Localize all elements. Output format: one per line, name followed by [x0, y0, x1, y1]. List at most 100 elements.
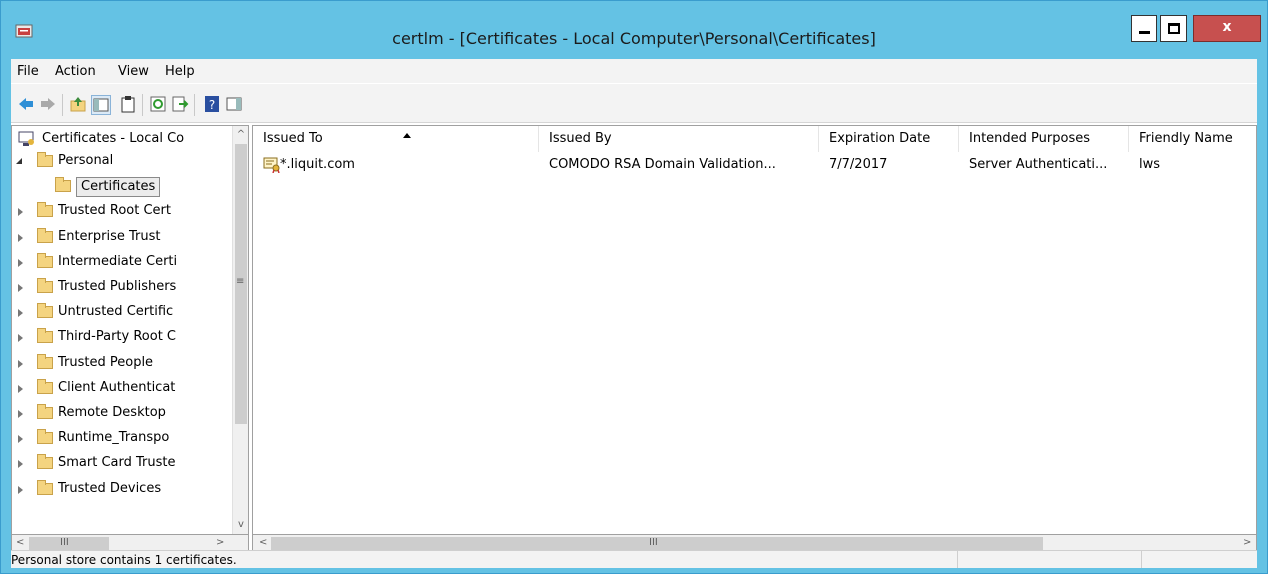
expanded-arrow-icon[interactable] [16, 158, 22, 164]
collapsed-arrow-icon[interactable] [18, 485, 23, 494]
tree-item[interactable]: Personal [12, 150, 230, 172]
show-hide-console-tree-icon[interactable] [91, 95, 111, 115]
column-label: Expiration Date [829, 131, 931, 146]
tree-root-label: Certificates - Local Co [42, 131, 185, 146]
column-expiration-date[interactable]: Expiration Date [819, 126, 959, 152]
export-list-icon[interactable] [171, 95, 189, 113]
column-issued-to[interactable]: Issued To [253, 126, 539, 152]
scroll-grip-icon: ≡ [236, 276, 245, 287]
column-label: Issued To [263, 131, 323, 146]
tree-item-label: Certificates [76, 177, 161, 198]
tree-item[interactable]: Remote Desktop [12, 402, 230, 424]
collapsed-arrow-icon[interactable] [18, 460, 23, 469]
tree-item-label: Trusted Root Cert [58, 203, 171, 219]
tree-hscroll-thumb[interactable] [29, 537, 109, 550]
collapsed-arrow-icon[interactable] [18, 284, 23, 292]
forward-arrow-icon[interactable] [39, 95, 57, 113]
collapsed-arrow-icon[interactable] [18, 334, 23, 343]
scroll-down-icon[interactable]: v [236, 520, 246, 530]
maximize-button[interactable] [1160, 15, 1187, 42]
scroll-left-icon[interactable]: < [16, 537, 24, 548]
tree-item[interactable]: Intermediate Certi [12, 251, 230, 273]
cell-issued-to: *.liquit.com [280, 157, 355, 172]
tree-item[interactable]: Enterprise Trust [12, 226, 230, 248]
main-client: File Action View Help ? Certificates - L… [11, 59, 1257, 568]
tree-item-label: Untrusted Certific [58, 304, 174, 320]
refresh-icon[interactable] [149, 95, 167, 113]
folder-icon [37, 404, 53, 419]
close-icon: x [1222, 19, 1232, 35]
clipboard-icon[interactable] [119, 95, 137, 113]
scroll-left-icon[interactable]: < [259, 537, 267, 548]
tree-item[interactable]: Trusted Devices [12, 478, 230, 500]
cell-issued-by: COMODO RSA Domain Validation... [549, 157, 776, 172]
tree-item-label: Trusted Publishers [58, 279, 177, 294]
show-action-pane-icon[interactable] [225, 95, 243, 113]
app-window: certlm - [Certificates - Local Computer\… [0, 0, 1268, 574]
collapsed-arrow-icon[interactable] [18, 309, 23, 318]
tree-item-label: Trusted People [58, 354, 154, 370]
certificates-snapin-icon [18, 131, 34, 146]
column-intended-purposes[interactable]: Intended Purposes [959, 126, 1129, 152]
tree-item[interactable]: Third-Party Root C [12, 326, 230, 348]
cell-expiration-date: 7/7/2017 [829, 157, 888, 172]
folder-icon [55, 177, 71, 193]
menu-view[interactable]: View [118, 64, 149, 79]
collapsed-arrow-icon[interactable] [18, 410, 23, 418]
folder-icon [37, 378, 53, 394]
minimize-button[interactable] [1131, 15, 1157, 42]
close-button[interactable]: x [1193, 15, 1261, 42]
cell-friendly-name: lws [1139, 157, 1161, 172]
collapsed-arrow-icon[interactable] [18, 233, 23, 242]
tree-item[interactable]: Untrusted Certific [12, 301, 230, 323]
tree-item[interactable]: Runtime_Transpo [12, 427, 230, 449]
collapsed-arrow-icon[interactable] [18, 208, 23, 217]
table-row[interactable]: *.liquit.com COMODO RSA Domain Validatio… [253, 154, 1256, 176]
scroll-grip-icon: III [60, 537, 69, 548]
column-friendly-name[interactable]: Friendly Name [1129, 126, 1256, 152]
tree-item[interactable]: Trusted Publishers [12, 276, 230, 298]
tree-item-label: Runtime_Transpo [58, 430, 170, 446]
menu-bar: File Action View Help [11, 59, 1257, 83]
toolbar: ? [11, 84, 1257, 123]
folder-icon [37, 252, 53, 268]
tree-root[interactable]: Certificates - Local Co [12, 128, 230, 150]
help-icon[interactable]: ? [203, 95, 221, 113]
title-bar[interactable]: certlm - [Certificates - Local Computer\… [1, 1, 1267, 55]
up-folder-icon[interactable] [69, 95, 87, 113]
collapsed-arrow-icon[interactable] [18, 384, 23, 393]
status-text: Personal store contains 1 certificates. [11, 553, 237, 567]
sort-ascending-icon [403, 133, 411, 138]
tree-vertical-scrollbar[interactable]: ^ ≡ v [232, 126, 248, 534]
collapsed-arrow-icon[interactable] [18, 435, 23, 444]
tree-item-label: Intermediate Certi [58, 253, 178, 269]
tree-item-label: Remote Desktop [58, 405, 166, 420]
folder-icon [37, 278, 53, 293]
menu-action[interactable]: Action [55, 64, 96, 79]
folder-icon [37, 152, 53, 167]
tree-item-label: Smart Card Truste [58, 455, 176, 471]
back-arrow-icon[interactable] [17, 95, 35, 113]
tree-item[interactable]: Client Authenticat [12, 377, 230, 399]
tree-item[interactable]: Trusted People [12, 352, 230, 374]
status-bar: Personal store contains 1 certificates. [11, 550, 1257, 568]
window-title: certlm - [Certificates - Local Computer\… [392, 29, 876, 48]
column-label: Intended Purposes [969, 131, 1090, 146]
collapsed-arrow-icon[interactable] [18, 359, 23, 368]
toolbar-separator [62, 94, 63, 116]
tree-item-label: Client Authenticat [58, 379, 176, 395]
menu-help[interactable]: Help [165, 64, 195, 79]
certificate-list: Issued To Issued By Expiration Date Inte… [252, 125, 1257, 535]
column-issued-by[interactable]: Issued By [539, 126, 819, 152]
menu-file[interactable]: File [17, 64, 39, 79]
collapsed-arrow-icon[interactable] [18, 258, 23, 267]
tree-item[interactable]: Smart Card Truste [12, 452, 230, 474]
tree-item[interactable]: Trusted Root Cert [12, 200, 230, 222]
column-label: Friendly Name [1139, 131, 1233, 146]
scroll-right-icon[interactable]: > [216, 537, 224, 548]
tree-item[interactable]: Certificates [12, 175, 230, 198]
scroll-up-icon[interactable]: ^ [236, 130, 246, 140]
status-separator [1141, 551, 1142, 568]
toolbar-separator [142, 94, 143, 116]
scroll-right-icon[interactable]: > [1243, 537, 1251, 548]
